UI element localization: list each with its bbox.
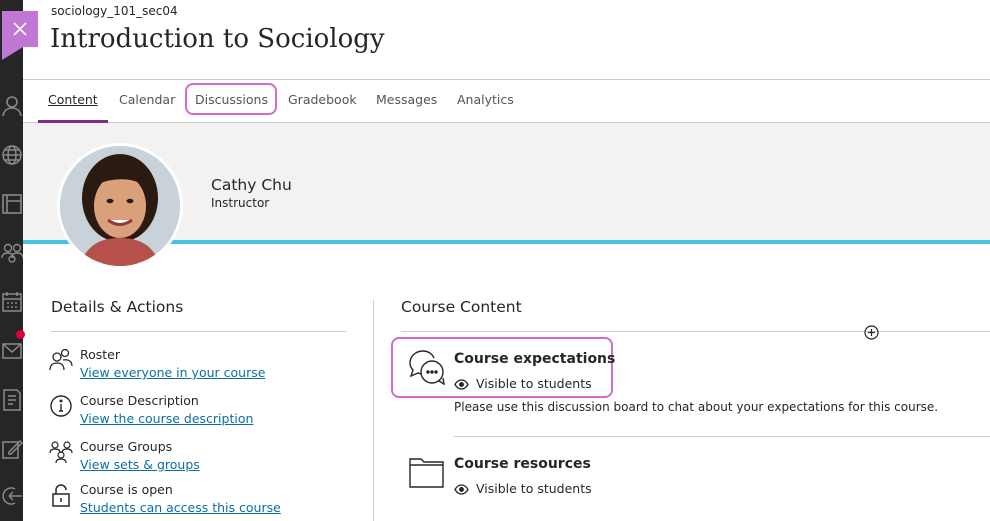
item-description: Please use this discussion board to chat… [454, 400, 939, 414]
notification-badge [16, 330, 25, 339]
view-description-link[interactable]: View the course description [80, 411, 253, 426]
divider [51, 331, 346, 332]
info-icon [50, 395, 72, 417]
detail-title: Course Groups [80, 439, 173, 454]
details-actions-heading: Details & Actions [51, 298, 184, 316]
course-content-heading: Course Content [401, 298, 522, 316]
tab-calendar[interactable]: Calendar [119, 92, 175, 107]
tab-analytics[interactable]: Analytics [457, 92, 514, 107]
visibility-label: Visible to students [476, 376, 592, 391]
instructor-role: Instructor [211, 196, 270, 210]
page-title: Introduction to Sociology [50, 24, 385, 54]
discussion-icon [409, 350, 445, 386]
course-access-link[interactable]: Students can access this course [80, 500, 281, 515]
divider [401, 331, 990, 332]
folder-icon [409, 458, 444, 488]
view-roster-link[interactable]: View everyone in your course [80, 365, 265, 380]
tab-messages[interactable]: Messages [376, 92, 437, 107]
unlock-icon [52, 484, 70, 507]
close-button[interactable] [2, 11, 38, 60]
tab-gradebook[interactable]: Gradebook [288, 92, 357, 107]
detail-title: Course is open [80, 482, 173, 497]
add-content-icon[interactable] [864, 325, 879, 340]
profile-icon[interactable] [0, 92, 23, 118]
groups-icon [49, 441, 73, 464]
grades-icon[interactable] [0, 386, 23, 412]
close-icon [13, 22, 27, 36]
discussions-highlight [185, 83, 277, 115]
detail-title: Course Description [80, 393, 199, 408]
organizations-icon[interactable] [0, 239, 23, 265]
tools-icon[interactable] [0, 435, 23, 461]
eye-icon [454, 484, 469, 495]
globe-icon[interactable] [0, 141, 23, 167]
view-groups-link[interactable]: View sets & groups [80, 457, 200, 472]
instructor-name[interactable]: Cathy Chu [211, 176, 292, 194]
navigation-rail [0, 0, 25, 521]
sign-out-icon[interactable] [0, 482, 23, 508]
instructor-avatar[interactable] [57, 143, 183, 269]
divider [454, 436, 990, 437]
visibility-toggle[interactable]: Visible to students [454, 376, 592, 391]
tab-content[interactable]: Content [48, 92, 98, 107]
course-tabs: Content Calendar Discussions Gradebook M… [23, 79, 990, 123]
eye-icon [454, 379, 469, 390]
visibility-toggle[interactable]: Visible to students [454, 481, 592, 496]
course-id: sociology_101_sec04 [51, 4, 178, 18]
course-resources-link[interactable]: Course resources [454, 456, 591, 472]
calendar-icon[interactable] [0, 288, 23, 314]
messages-icon[interactable] [0, 337, 23, 363]
visibility-label: Visible to students [476, 481, 592, 496]
course-expectations-link[interactable]: Course expectations [454, 351, 615, 367]
detail-title: Roster [80, 347, 121, 362]
roster-icon [49, 348, 73, 371]
courses-icon[interactable] [0, 190, 23, 216]
column-divider [373, 300, 374, 521]
